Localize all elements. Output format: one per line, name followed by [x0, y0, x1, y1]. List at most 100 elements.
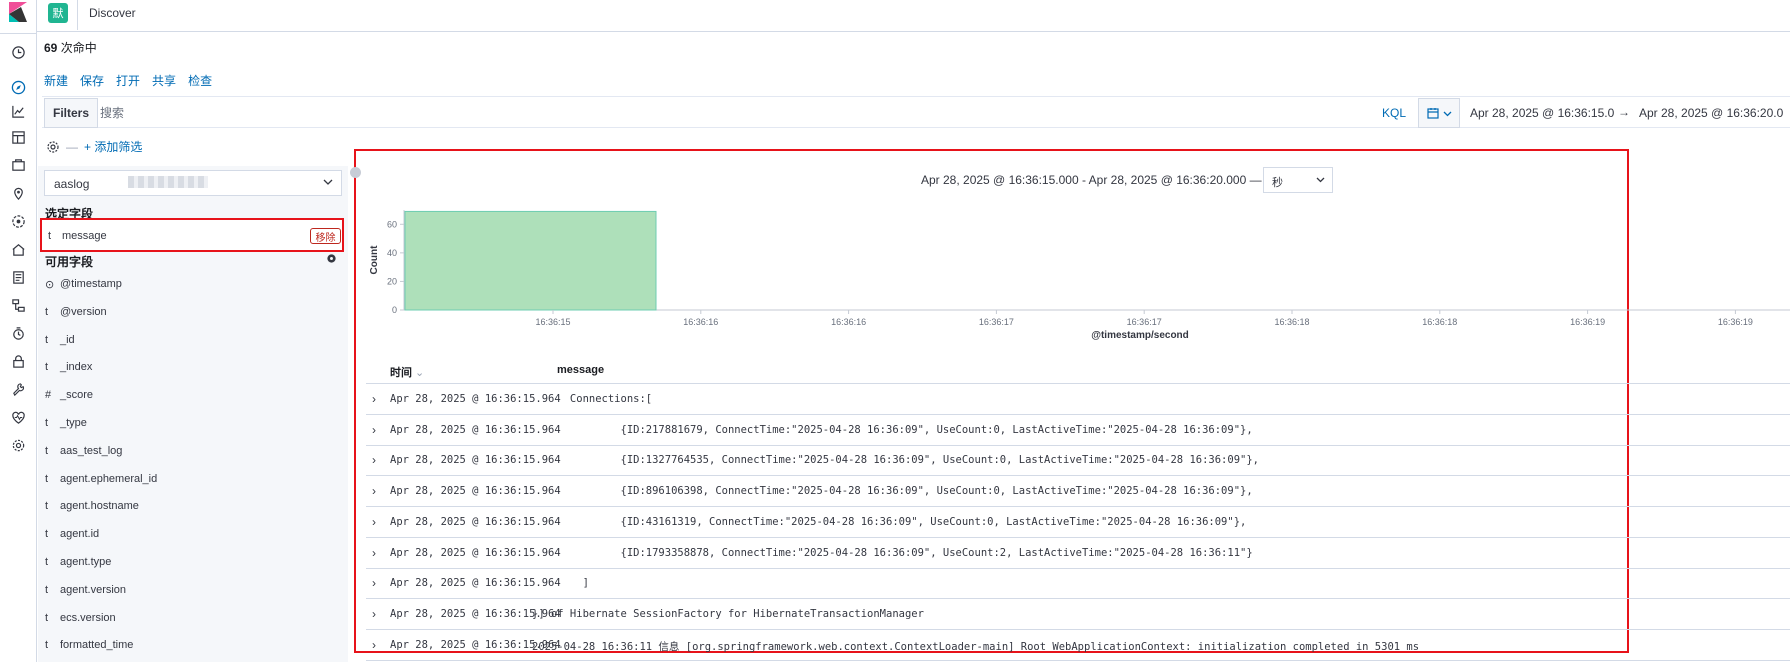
date-start[interactable]: Apr 28, 2025 @ 16:36:15.0 [1470, 106, 1614, 120]
filter-row: — + 添加筛选 [46, 138, 142, 155]
field-item[interactable]: t agent.ephemeral_id [45, 471, 157, 487]
monitoring-heartbeat-icon[interactable] [10, 409, 26, 425]
field-type-icon: t [45, 305, 49, 318]
uptime-icon[interactable] [10, 325, 26, 341]
expand-row-icon[interactable]: › [372, 392, 376, 406]
expand-row-icon[interactable]: › [372, 484, 376, 498]
expand-row-icon[interactable]: › [372, 638, 376, 652]
field-item[interactable]: t formatted_time [45, 637, 133, 653]
ml-icon[interactable] [10, 213, 26, 229]
canvas-icon[interactable] [10, 157, 26, 173]
expand-row-icon[interactable]: › [372, 546, 376, 560]
table-row[interactable]: › Apr 28, 2025 @ 16:36:15.964 2025-04-28 1… [366, 630, 1790, 661]
expand-row-icon[interactable]: › [372, 576, 376, 590]
apm-icon[interactable] [10, 297, 26, 313]
filter-settings-gear-icon[interactable] [46, 140, 60, 154]
field-item[interactable]: t _index [45, 359, 92, 375]
date-range-arrow: → [1618, 105, 1630, 119]
management-gear-icon[interactable] [10, 437, 26, 453]
histogram-range-title: Apr 28, 2025 @ 16:36:15.000 - Apr 28, 20… [921, 173, 1262, 187]
field-name: agent.ephemeral_id [60, 472, 158, 485]
field-name: _id [60, 333, 75, 346]
field-name: agent.type [60, 556, 112, 568]
menu-save[interactable]: 保存 [80, 72, 104, 89]
field-item[interactable]: t agent.type [45, 554, 111, 570]
row-message: {ID:896106398, ConnectTime:"2025-04-28 1… [532, 485, 1253, 498]
space-avatar[interactable]: 默 [48, 3, 68, 23]
field-type-icon: t [45, 639, 49, 652]
menu-inspect[interactable]: 检查 [188, 72, 212, 89]
field-type-icon: t [48, 230, 52, 242]
logs-icon[interactable] [10, 269, 26, 285]
kibana-logo-icon[interactable] [9, 2, 27, 22]
row-message: ] [532, 577, 589, 590]
field-name: agent.id [60, 528, 100, 541]
field-settings-gear-icon[interactable] [326, 253, 337, 264]
dashboard-icon[interactable] [10, 129, 26, 145]
sort-icon[interactable]: ⌄ [412, 367, 424, 379]
menu-open[interactable]: 打开 [116, 72, 140, 89]
field-type-icon: t [45, 528, 49, 541]
field-item[interactable]: t _id [45, 332, 75, 348]
table-row[interactable]: › Apr 28, 2025 @ 16:36:15.964 ] [366, 568, 1790, 600]
field-item[interactable]: t agent.hostname [45, 498, 139, 514]
table-row[interactable]: › Apr 28, 2025 @ 16:36:15.964 {ID:1327764… [366, 445, 1790, 477]
field-item[interactable]: t ecs.version [45, 610, 116, 626]
field-item[interactable]: t agent.id [45, 526, 99, 542]
y-tick-label: 60 [387, 219, 397, 229]
menu-share[interactable]: 共享 [152, 72, 176, 89]
field-item[interactable]: ⊙ @timestamp [45, 276, 122, 292]
index-pattern-name: aaslog [54, 177, 90, 191]
expand-row-icon[interactable]: › [372, 423, 376, 437]
x-tick-label: 16:36:17 [979, 317, 1014, 327]
search-input[interactable] [100, 98, 1380, 128]
field-type-icon: t [45, 500, 49, 513]
selected-field-item[interactable]: t message 移除 [40, 218, 344, 252]
table-row[interactable]: › Apr 28, 2025 @ 16:36:15.964 {ID:2178816… [366, 415, 1790, 446]
table-row[interactable]: › Apr 28, 2025 @ 16:36:15.964 {ID:1793358… [366, 538, 1790, 569]
x-tick-label: 16:36:19 [1718, 317, 1753, 327]
x-tick-label: 16:36:15 [535, 317, 570, 327]
recent-clock-icon[interactable] [10, 44, 26, 60]
table-row[interactable]: › Apr 28, 2025 @ 16:36:15.964 {ID:8961063… [366, 476, 1790, 508]
remove-field-button[interactable]: 移除 [310, 228, 341, 244]
table-row[interactable]: › Apr 28, 2025 @ 16:36:15.964}] of Hibern… [366, 599, 1790, 630]
expand-row-icon[interactable]: › [372, 453, 376, 467]
field-name: @version [60, 305, 107, 318]
infrastructure-icon[interactable] [10, 241, 26, 257]
row-message: }] of Hibernate SessionFactory for Hiber… [532, 607, 924, 620]
row-message: Connections:[ [532, 393, 653, 405]
field-item[interactable]: t agent.version [45, 582, 126, 598]
field-item[interactable]: t @version [45, 304, 107, 320]
expand-row-icon[interactable]: › [372, 607, 376, 621]
side-nav [0, 0, 37, 662]
collapse-sidebar-icon[interactable] [350, 167, 361, 178]
filters-button[interactable]: Filters [44, 98, 99, 128]
hits-number: 69 [44, 41, 58, 55]
siem-lock-icon[interactable] [10, 353, 26, 369]
maps-icon[interactable] [10, 185, 26, 201]
dev-tools-icon[interactable] [10, 381, 26, 397]
nav-divider [0, 33, 37, 34]
date-end[interactable]: Apr 28, 2025 @ 16:36:20.0 [1639, 106, 1783, 120]
discover-compass-icon[interactable] [10, 79, 26, 95]
field-type-icon: t [45, 556, 49, 568]
col-time-label: 时间 [390, 367, 412, 379]
y-axis-title: Count [369, 245, 380, 275]
visualize-chart-icon[interactable] [10, 103, 26, 119]
kql-toggle[interactable]: KQL [1382, 106, 1406, 120]
row-message: {ID:1793358878, ConnectTime:"2025-04-28 … [532, 546, 1253, 559]
menu-new[interactable]: 新建 [44, 72, 68, 89]
field-type-icon: t [45, 417, 49, 429]
col-time-header[interactable]: 时间 ⌄ [390, 364, 424, 380]
add-filter-link[interactable]: + 添加筛选 [84, 138, 142, 155]
field-item[interactable]: t aas_test_log [45, 443, 122, 459]
field-name: aas_test_log [60, 444, 123, 457]
histogram-bar[interactable] [404, 210, 657, 311]
field-item[interactable]: t _type [45, 415, 87, 431]
table-row[interactable]: › Apr 28, 2025 @ 16:36:15.964 {ID:4316131… [366, 507, 1790, 538]
table-row[interactable]: › Apr 28, 2025 @ 16:36:15.964 Connections… [366, 384, 1790, 415]
date-quick-menu-button[interactable] [1418, 98, 1460, 128]
expand-row-icon[interactable]: › [372, 515, 376, 529]
field-item[interactable]: # _score [45, 387, 93, 403]
